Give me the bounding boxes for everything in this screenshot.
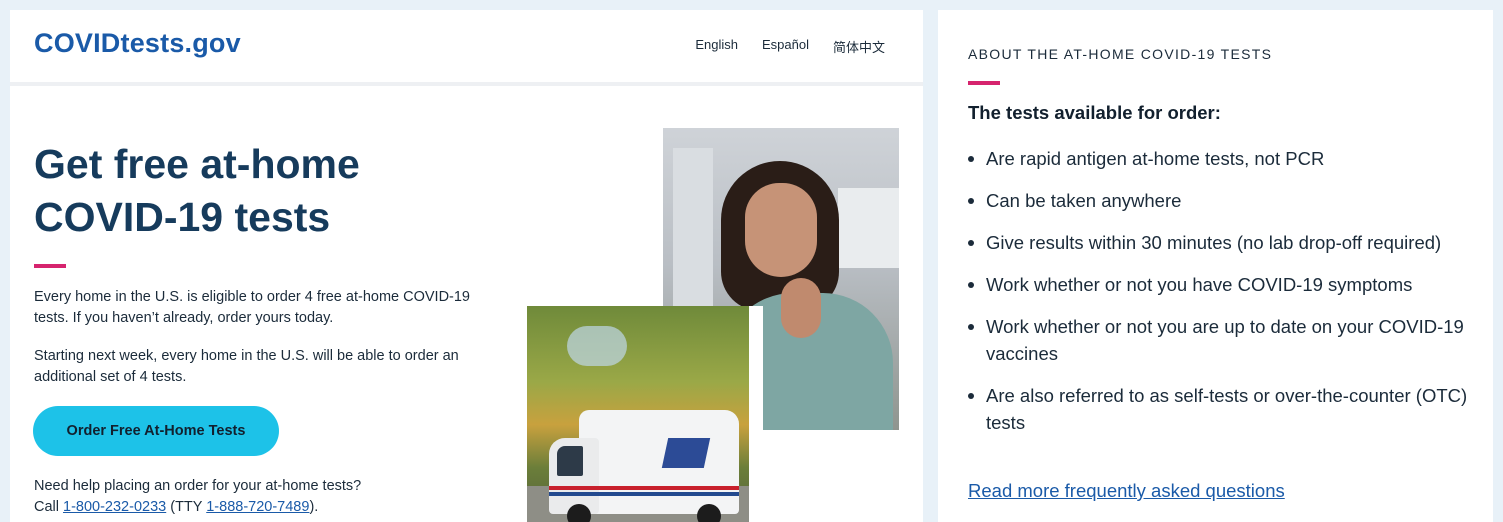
help-question: Need help placing an order for your at-h… [34,478,362,494]
list-item-text: Are rapid antigen at-home tests, not PCR [986,148,1325,169]
accent-divider [34,264,66,268]
order-tests-button[interactable]: Order Free At-Home Tests [33,406,279,456]
bullet-icon [968,156,974,162]
list-item-text: Are also referred to as self-tests or ov… [986,385,1468,433]
list-item: Are rapid antigen at-home tests, not PCR [968,145,1478,172]
usps-eagle-icon [661,438,711,468]
photo-van-rear-wheel [697,504,721,522]
photo-van-body [579,410,739,514]
hero-title: Get free at-home COVID-19 tests [34,141,360,240]
list-item: Work whether or not you have COVID-19 sy… [968,271,1478,298]
photo-van-front-wheel [567,504,591,522]
photo-woman-face [745,183,817,277]
list-item-text: Work whether or not you are up to date o… [986,316,1464,364]
test-features-list: Are rapid antigen at-home tests, not PCR… [968,145,1478,451]
list-item-text: Work whether or not you have COVID-19 sy… [986,274,1413,295]
photo-background-cabinet [838,188,899,268]
accent-divider [968,81,1000,85]
list-item: Are also referred to as self-tests or ov… [968,382,1478,436]
list-item-text: Give results within 30 minutes (no lab d… [986,232,1442,253]
photo-van-red-stripe [549,486,739,490]
help-call-label: Call [34,499,59,515]
help-suffix: ). [309,499,319,515]
photo-van-blue-stripe [549,492,739,496]
lang-link-spanish[interactable]: Español [762,37,809,56]
lang-link-chinese[interactable]: 简体中文 [833,37,885,56]
bullet-icon [968,198,974,204]
photo-van-window [557,446,583,476]
site-logo[interactable]: COVIDtests.gov [34,28,241,59]
list-item: Give results within 30 minutes (no lab d… [968,229,1478,256]
lang-link-english[interactable]: English [695,37,738,56]
photo-sky-patch [567,326,627,366]
mail-truck-photo-frame [527,306,763,522]
language-nav: English Español 简体中文 [695,37,885,56]
bullet-icon [968,282,974,288]
list-item-text: Can be taken anywhere [986,190,1182,211]
mail-truck-photo [527,306,749,522]
tests-subtitle: The tests available for order: [968,102,1221,123]
help-phone-link[interactable]: 1-800-232-0233 [63,499,166,515]
about-heading: ABOUT THE AT-HOME COVID-19 TESTS [968,46,1273,62]
bullet-icon [968,324,974,330]
list-item: Work whether or not you are up to date o… [968,313,1478,367]
list-item: Can be taken anywhere [968,187,1478,214]
about-tests-panel: ABOUT THE AT-HOME COVID-19 TESTS The tes… [938,10,1493,522]
help-tty-label: (TTY [170,499,203,515]
photo-woman-hand [781,278,821,338]
next-week-text: Starting next week, every home in the U.… [34,348,459,385]
bullet-icon [968,240,974,246]
help-text: Need help placing an order for your at-h… [34,476,361,518]
eligibility-text: Every home in the U.S. is eligible to or… [34,289,470,326]
site-header: COVIDtests.gov English Español 简体中文 [10,10,923,86]
bullet-icon [968,393,974,399]
help-tty-link[interactable]: 1-888-720-7489 [206,499,309,515]
left-panel: COVIDtests.gov English Español 简体中文 Get … [10,10,923,522]
faq-link[interactable]: Read more frequently asked questions [968,480,1285,502]
